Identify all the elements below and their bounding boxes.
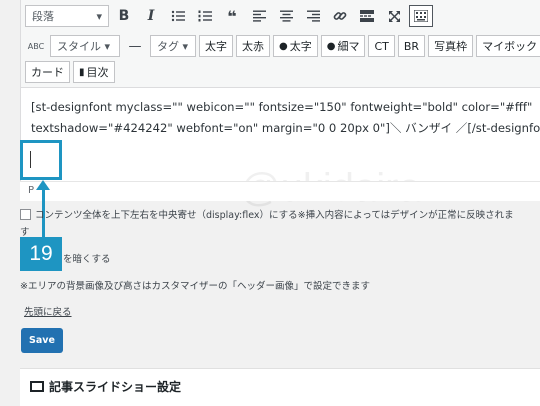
format-select[interactable]: 段落 ▾ (25, 5, 109, 27)
user-icon: ● (279, 40, 288, 52)
photo-frame-button[interactable]: 写真枠 (428, 35, 474, 57)
style-select[interactable]: スタイル ▾ (50, 35, 120, 57)
card-button[interactable]: カード (25, 61, 70, 83)
align-right-icon[interactable] (301, 5, 325, 27)
link-icon[interactable] (328, 5, 352, 27)
toc-button[interactable]: ▮ 目次 (73, 61, 115, 83)
ct-button[interactable]: CT (368, 35, 395, 57)
blockquote-icon[interactable]: ❝ (220, 5, 244, 27)
toolbar-toggle-icon[interactable] (409, 5, 433, 27)
editor-toolbar: 段落 ▾ B I ❝ ABC スタイル ▾ — タグ ▾ 太字 太赤 ● 太字 … (21, 0, 540, 88)
fullscreen-icon[interactable] (382, 5, 406, 27)
save-button[interactable]: Save (21, 328, 63, 353)
darken-option-label: を暗くする (63, 254, 111, 265)
step-badge: 19 (20, 237, 62, 271)
editor-statusbar: P (20, 181, 540, 201)
align-left-icon[interactable] (247, 5, 271, 27)
back-to-top-link[interactable]: 先頭に戻る (24, 304, 72, 318)
user-bold-button[interactable]: ● 太字 (273, 35, 318, 57)
display-flex-label-wrap: す (20, 227, 30, 238)
bold-text-button[interactable]: 太字 (199, 35, 233, 57)
user-thin-marker-button[interactable]: ● 細マ (320, 35, 366, 57)
align-center-icon[interactable] (274, 5, 298, 27)
editor-content[interactable]: [st-designfont myclass="" webicon="" fon… (31, 97, 540, 139)
element-path[interactable]: P (28, 185, 34, 196)
toolbar-row-1: 段落 ▾ B I ❝ (25, 5, 433, 27)
editor-line: [st-designfont myclass="" webicon="" fon… (31, 100, 533, 114)
read-more-icon[interactable] (355, 5, 379, 27)
numbered-list-icon[interactable] (193, 5, 217, 27)
display-flex-option[interactable]: コンテンツ全体を上下左右を中央寄せ（display:flex）にする※挿入内容に… (20, 207, 514, 221)
tag-select[interactable]: タグ ▾ (150, 35, 196, 57)
editor-line: textshadow="#424242" webfont="on" margin… (31, 121, 540, 135)
bullet-list-icon[interactable] (166, 5, 190, 27)
my-box-button[interactable]: マイボック (476, 35, 540, 57)
checkbox[interactable] (20, 208, 31, 220)
italic-icon[interactable]: I (139, 5, 163, 27)
user-icon: ● (326, 40, 336, 52)
horizontal-rule-icon[interactable]: — (123, 35, 147, 57)
chevron-down-icon: ▾ (96, 9, 102, 23)
bookmark-icon: ▮ (79, 66, 85, 78)
text-color-abc-icon[interactable]: ABC (25, 35, 47, 57)
bold-red-button[interactable]: 太赤 (236, 35, 270, 57)
br-button[interactable]: BR (397, 35, 426, 57)
header-image-note: ※エリアの背景画像及び高さはカスタマイザーの「ヘッダー画像」で設定できます (20, 281, 370, 292)
highlight-box (20, 140, 62, 180)
toolbar-row-3: カード ▮ 目次 (25, 61, 115, 83)
toolbar-row-2: ABC スタイル ▾ — タグ ▾ 太字 太赤 ● 太字 ● 細マ CT BR 写真… (25, 35, 540, 57)
image-icon (30, 381, 44, 392)
display-flex-label: コンテンツ全体を上下左右を中央寄せ（display:flex）にする※挿入内容に… (35, 210, 514, 221)
arrow-up-icon (36, 180, 50, 190)
slideshow-settings-panel: 記事スライドショー設定 (20, 368, 540, 406)
bold-icon[interactable]: B (112, 5, 136, 27)
panel-title: 記事スライドショー設定 (30, 378, 181, 395)
